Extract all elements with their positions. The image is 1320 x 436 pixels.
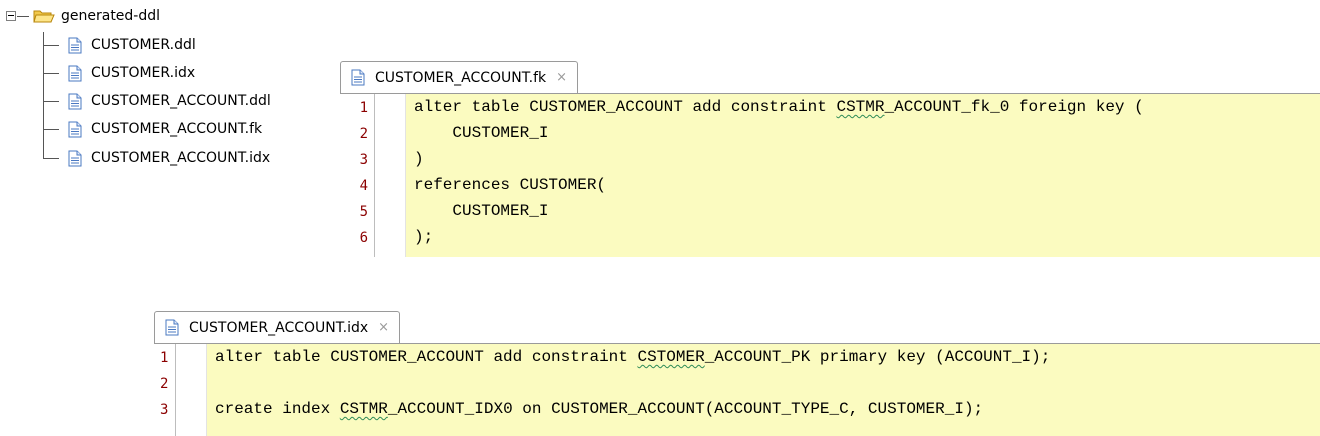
file-icon [351,69,365,86]
line-number: 1 [359,100,368,116]
spellcheck-word: CSTOMER [637,348,705,366]
code-line: alter table CUSTOMER_ACCOUNT add constra… [414,98,1144,116]
line-number: 2 [160,376,169,392]
file-icon [68,150,82,167]
tree-item-label: CUSTOMER.ddl [91,37,196,53]
tree-folder-generated-ddl[interactable]: generated-ddl [6,6,160,26]
code-text: alter table CUSTOMER_ACCOUNT add constra… [215,348,638,366]
tree-connector-line [43,32,44,159]
code-line: ) [414,150,424,168]
editor-body[interactable]: 1 2 3 alter table CUSTOMER_ACCOUNT add con… [154,344,1320,436]
tab-customer-account-fk[interactable]: CUSTOMER_ACCOUNT.fk × [340,61,579,93]
line-number: 6 [359,230,368,246]
code-line: create index CSTMR_ACCOUNT_IDX0 on CUSTO… [215,400,983,418]
code-text: _ACCOUNT_IDX0 on CUSTOMER_ACCOUNT(ACCOUN… [387,400,984,418]
tree-item-label: CUSTOMER.idx [91,65,196,81]
code-text: alter table CUSTOMER_ACCOUNT add constra… [414,98,837,116]
file-icon [68,65,82,82]
editor-customer-account-idx: CUSTOMER_ACCOUNT.idx × 1 2 3 alter table C… [154,311,1320,436]
line-number: 3 [359,152,368,168]
close-icon[interactable]: × [378,320,389,335]
code-text: CUSTOMER_I [414,202,549,220]
line-number: 3 [160,402,169,418]
code-text: ) [414,150,424,168]
editor-tab-strip: CUSTOMER_ACCOUNT.idx × [154,311,1320,344]
editor-tab-strip: CUSTOMER_ACCOUNT.fk × [340,61,1320,94]
line-number: 1 [160,350,169,366]
line-number-gutter: 1 2 3 [154,344,176,436]
tree-item-customer-account-idx[interactable]: CUSTOMER_ACCOUNT.idx [68,148,270,168]
code-line: CUSTOMER_I [414,202,548,220]
tab-customer-account-idx[interactable]: CUSTOMER_ACCOUNT.idx × [154,311,401,343]
file-icon [68,37,82,54]
close-icon[interactable]: × [556,70,567,85]
tab-label: CUSTOMER_ACCOUNT.idx [189,319,369,336]
line-number: 5 [359,204,368,220]
folder-open-icon [33,8,55,24]
code-text: create index [215,400,340,418]
line-number: 4 [359,178,368,194]
spellcheck-word: CSTMR [836,98,885,116]
code-line: references CUSTOMER( [414,176,606,194]
tree-item-customer-idx[interactable]: CUSTOMER.idx [68,63,195,83]
tab-label: CUSTOMER_ACCOUNT.fk [375,69,547,86]
code-text: CUSTOMER_I [414,124,549,142]
project-tree: generated-ddl CUSTOMER.ddl CUSTOMER.idx … [0,0,330,180]
file-icon [68,121,82,138]
code-line: CUSTOMER_I [414,124,548,142]
spellcheck-word: CSTMR [339,400,388,418]
line-number: 2 [359,126,368,142]
code-area[interactable]: alter table CUSTOMER_ACCOUNT add constra… [207,344,1320,436]
code-text: ); [414,228,434,246]
tree-item-customer-account-ddl[interactable]: CUSTOMER_ACCOUNT.ddl [68,91,271,111]
code-text: _ACCOUNT_PK primary key (ACCOUNT_I); [704,348,1051,366]
fold-margin [176,344,207,436]
tree-item-customer-ddl[interactable]: CUSTOMER.ddl [68,35,196,55]
code-line: ); [414,228,433,246]
code-area[interactable]: alter table CUSTOMER_ACCOUNT add constra… [406,94,1320,257]
code-text: _ACCOUNT_fk_0 foreign key ( [884,98,1144,116]
file-icon [68,93,82,110]
tree-item-label: CUSTOMER_ACCOUNT.fk [91,121,263,137]
code-text: references CUSTOMER( [414,176,607,194]
tree-item-label: CUSTOMER_ACCOUNT.ddl [91,93,271,109]
line-number-gutter: 1 2 3 4 5 6 [340,94,375,257]
collapse-toggle-icon[interactable] [6,11,16,21]
tree-item-label: CUSTOMER_ACCOUNT.idx [91,150,271,166]
editor-body[interactable]: 1 2 3 4 5 6 alter table CUSTOMER_ACCOUNT add … [340,94,1320,257]
tree-item-customer-account-fk[interactable]: CUSTOMER_ACCOUNT.fk [68,119,262,139]
fold-margin [375,94,406,257]
editor-customer-account-fk: CUSTOMER_ACCOUNT.fk × 1 2 3 4 5 6 alter table… [340,61,1320,257]
file-icon [165,319,179,336]
code-line: alter table CUSTOMER_ACCOUNT add constra… [215,348,1050,366]
tree-folder-label: generated-ddl [61,8,161,24]
